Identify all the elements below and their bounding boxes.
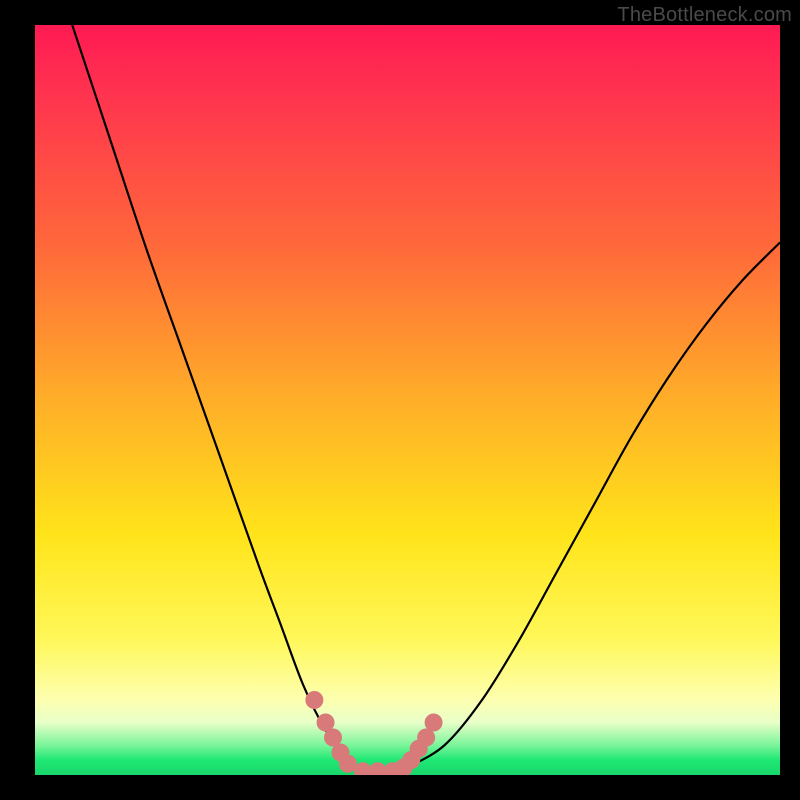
marker-point	[305, 691, 323, 709]
bottleneck-curve	[72, 25, 780, 775]
plot-area	[35, 25, 780, 775]
chart-svg	[35, 25, 780, 775]
chart-frame: TheBottleneck.com	[0, 0, 800, 800]
highlight-markers	[305, 691, 442, 775]
marker-point	[425, 714, 443, 732]
watermark-text: TheBottleneck.com	[617, 4, 792, 27]
